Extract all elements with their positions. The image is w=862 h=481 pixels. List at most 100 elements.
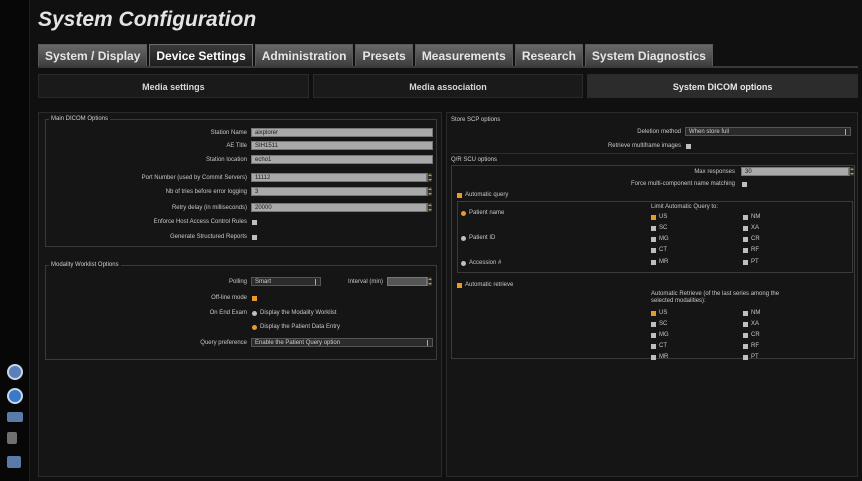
station-location-label: Station location bbox=[205, 157, 247, 163]
retrieve-ct-checkbox[interactable] bbox=[651, 344, 656, 349]
query-sc-checkbox[interactable] bbox=[651, 226, 656, 231]
query-pt-checkbox[interactable] bbox=[743, 260, 748, 265]
query-ct-checkbox[interactable] bbox=[651, 248, 656, 253]
ae-title-field[interactable]: SIH1511 bbox=[251, 141, 433, 150]
auto-retrieve-title: Automatic Retrieve (of the last series a… bbox=[651, 291, 780, 304]
query-mg-checkbox[interactable] bbox=[651, 237, 656, 242]
qr-scu-title: Q/R SCU options bbox=[451, 157, 498, 163]
limit-query-title: Limit Automatic Query to: bbox=[651, 204, 719, 210]
retrieve-multiframe-label: Retrieve multiframe images bbox=[607, 143, 681, 149]
automatic-retrieve-label: Automatic retrieve bbox=[465, 282, 514, 288]
query-pref-label: Query preference bbox=[200, 340, 247, 346]
speaker-icon[interactable] bbox=[7, 432, 17, 444]
close-icon[interactable] bbox=[7, 364, 23, 380]
query-rf-label: RF bbox=[751, 247, 759, 253]
query-us-checkbox[interactable] bbox=[651, 215, 656, 220]
accession-label: Accession # bbox=[469, 260, 502, 266]
enforce-host-checkbox[interactable] bbox=[252, 220, 257, 225]
interval-stepper[interactable] bbox=[427, 277, 432, 286]
tab-administration[interactable]: Administration bbox=[254, 44, 354, 66]
retry-delay-field[interactable]: 20000 bbox=[251, 203, 427, 212]
polling-value: Smart bbox=[255, 279, 272, 285]
query-rf-checkbox[interactable] bbox=[743, 248, 748, 253]
subtab-media-association[interactable]: Media association bbox=[312, 74, 584, 98]
ae-title-label: AE Title bbox=[226, 143, 247, 149]
patient-id-radio[interactable] bbox=[461, 236, 466, 241]
port-number-stepper[interactable] bbox=[427, 173, 432, 182]
retrieve-us-checkbox[interactable] bbox=[651, 311, 656, 316]
retry-delay-stepper[interactable] bbox=[427, 203, 432, 212]
query-xa-checkbox[interactable] bbox=[743, 226, 748, 231]
query-pt-label: PT bbox=[751, 259, 759, 265]
accession-radio[interactable] bbox=[461, 261, 466, 266]
tab-measurements[interactable]: Measurements bbox=[414, 44, 513, 66]
offline-checkbox[interactable] bbox=[252, 296, 257, 301]
main-dicom-group bbox=[45, 119, 437, 247]
query-nm-label: NM bbox=[751, 214, 761, 220]
query-pref-dropdown[interactable]: Enable the Patient Query option bbox=[251, 338, 433, 347]
tab-divider bbox=[38, 66, 858, 68]
deletion-method-value: When store full bbox=[689, 129, 730, 135]
polling-dropdown[interactable]: Smart bbox=[251, 277, 321, 286]
storage-icon[interactable] bbox=[7, 412, 23, 422]
query-us-label: US bbox=[659, 214, 668, 220]
retrieve-nm-checkbox[interactable] bbox=[743, 311, 748, 316]
automatic-retrieve-checkbox[interactable] bbox=[457, 283, 462, 288]
query-ct-label: CT bbox=[659, 247, 667, 253]
retrieve-sc-label: SC bbox=[659, 321, 668, 327]
retrieve-cr-label: CR bbox=[751, 332, 760, 338]
retrieve-mg-checkbox[interactable] bbox=[651, 333, 656, 338]
retrieve-cr-checkbox[interactable] bbox=[743, 333, 748, 338]
subtab-media-settings[interactable]: Media settings bbox=[38, 74, 309, 98]
subtab-system-dicom-options[interactable]: System DICOM options bbox=[587, 74, 859, 98]
retrieve-mg-label: MG bbox=[659, 332, 669, 338]
retrieve-xa-label: XA bbox=[751, 321, 760, 327]
tab-presets[interactable]: Presets bbox=[355, 44, 413, 66]
automatic-query-checkbox[interactable] bbox=[457, 193, 462, 198]
query-nm-checkbox[interactable] bbox=[743, 215, 748, 220]
main-dicom-title: Main DICOM Options bbox=[49, 116, 111, 122]
interval-field[interactable] bbox=[387, 277, 427, 286]
retrieve-pt-label: PT bbox=[751, 354, 759, 360]
retrieve-rf-checkbox[interactable] bbox=[743, 344, 748, 349]
max-responses-label: Max responses bbox=[694, 169, 735, 175]
automatic-query-label: Automatic query bbox=[465, 192, 509, 198]
page-title: System Configuration bbox=[38, 8, 257, 31]
polling-label: Polling bbox=[228, 279, 247, 285]
tab-system-diagnostics[interactable]: System Diagnostics bbox=[584, 44, 713, 66]
port-number-field[interactable]: 11112 bbox=[251, 173, 427, 182]
retrieve-ct-label: CT bbox=[659, 343, 667, 349]
end-exam-worklist-radio[interactable] bbox=[252, 311, 257, 316]
patient-id-label: Patient ID bbox=[469, 235, 496, 241]
left-panel: Main DICOM Options Station Name aixplore… bbox=[38, 112, 442, 477]
station-location-field[interactable]: echo1 bbox=[251, 155, 433, 164]
tab-system-display[interactable]: System / Display bbox=[38, 44, 148, 66]
network-icon[interactable] bbox=[7, 388, 23, 404]
query-mr-checkbox[interactable] bbox=[651, 260, 656, 265]
interval-label: Interval (min) bbox=[347, 279, 383, 285]
nb-tries-field[interactable]: 3 bbox=[251, 187, 427, 196]
nb-tries-stepper[interactable] bbox=[427, 187, 432, 196]
retrieve-rf-label: RF bbox=[751, 343, 759, 349]
max-responses-stepper[interactable] bbox=[849, 167, 854, 176]
retrieve-sc-checkbox[interactable] bbox=[651, 322, 656, 327]
query-pref-value: Enable the Patient Query option bbox=[255, 340, 341, 346]
end-exam-patient-entry-radio[interactable] bbox=[252, 325, 257, 330]
max-responses-field[interactable]: 30 bbox=[741, 167, 849, 176]
deletion-method-dropdown[interactable]: When store full bbox=[685, 127, 851, 136]
query-mr-label: MR bbox=[659, 259, 669, 265]
divider bbox=[451, 153, 855, 154]
force-multi-checkbox[interactable] bbox=[742, 182, 747, 187]
retrieve-mr-checkbox[interactable] bbox=[651, 355, 656, 360]
retrieve-pt-checkbox[interactable] bbox=[743, 355, 748, 360]
station-name-field[interactable]: aixplorer bbox=[251, 128, 433, 137]
right-panel: Store SCP options Deletion method When s… bbox=[446, 112, 858, 477]
tab-research[interactable]: Research bbox=[514, 44, 583, 66]
retrieve-xa-checkbox[interactable] bbox=[743, 322, 748, 327]
patient-name-radio[interactable] bbox=[461, 211, 466, 216]
query-cr-checkbox[interactable] bbox=[743, 237, 748, 242]
screen-icon[interactable] bbox=[7, 456, 21, 468]
generate-sr-checkbox[interactable] bbox=[252, 235, 257, 240]
tab-device-settings[interactable]: Device Settings bbox=[149, 44, 253, 66]
retrieve-multiframe-checkbox[interactable] bbox=[686, 144, 691, 149]
